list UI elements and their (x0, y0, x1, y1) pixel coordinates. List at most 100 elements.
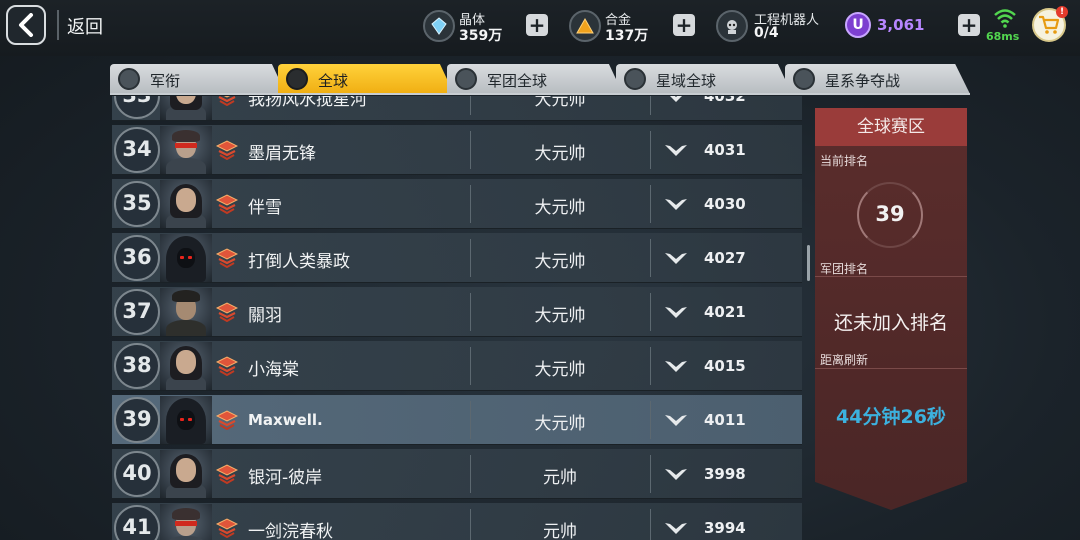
player-avatar[interactable] (160, 396, 212, 444)
player-name[interactable]: 關羽 (248, 301, 282, 326)
global-zone-panel: 全球赛区 当前排名 39 军团排名 还未加入排名 距离刷新 44分钟26秒 (815, 98, 967, 510)
power-score: 4011 (704, 411, 746, 429)
list-scrollbar[interactable] (807, 245, 810, 281)
player-avatar[interactable] (160, 450, 212, 498)
wings-icon (665, 523, 687, 534)
rank-badge-icon (118, 68, 140, 90)
power-score: 4031 (704, 141, 746, 159)
player-name[interactable]: 小海棠 (248, 355, 299, 380)
player-name[interactable]: 银河-彼岸 (248, 463, 322, 488)
ranking-row[interactable]: 36 打倒人类暴政 大元帅 4027 (112, 233, 802, 283)
tab-sector-global[interactable]: 星域全球 (616, 64, 792, 94)
power-score: 4032 (704, 96, 746, 105)
tab-global[interactable]: 全球 (278, 64, 454, 94)
tab-galaxy-war[interactable]: 星系争夺战 (785, 64, 970, 94)
refresh-label: 距离刷新 (820, 353, 869, 367)
player-name[interactable]: Maxwell. (248, 411, 323, 429)
add-premium-button[interactable]: + (958, 14, 980, 36)
sector-icon (624, 68, 646, 90)
ranking-list[interactable]: 33我扬风水搅星河大元帅403234墨眉无锋大元帅403135伴雪大元帅4030… (112, 96, 802, 540)
rank-number: 38 (122, 353, 152, 377)
rank-number: 40 (122, 461, 152, 485)
power-score: 4021 (704, 303, 746, 321)
wings-icon (665, 307, 687, 318)
refresh-countdown: 44分钟26秒 (836, 406, 946, 428)
military-title: 大元帅 (534, 252, 586, 272)
premium-currency-amount: 3,061 (877, 16, 925, 34)
ranking-row[interactable]: 33 我扬风水搅星河 大元帅 4032 (112, 96, 802, 121)
tab-rank[interactable]: 军衔 (110, 64, 286, 94)
player-avatar[interactable] (160, 288, 212, 336)
guild-rank-value: 还未加入排名 (833, 312, 948, 334)
rank-number: 41 (122, 515, 152, 539)
military-title: 大元帅 (534, 144, 586, 164)
player-name[interactable]: 墨眉无锋 (248, 139, 316, 164)
wings-icon (665, 469, 687, 480)
resource-crystal: 晶体 359万 (423, 6, 533, 46)
back-label[interactable]: 返回 (67, 13, 103, 39)
ranking-row[interactable]: 40 银河-彼岸 元帅 3998 (112, 449, 802, 499)
wings-icon (665, 253, 687, 264)
alloy-icon (569, 10, 601, 42)
column-divider (650, 293, 651, 331)
column-divider (650, 455, 651, 493)
column-divider (650, 131, 651, 169)
back-divider (57, 10, 59, 40)
add-alloy-button[interactable]: + (673, 14, 695, 36)
tab-label: 星系争夺战 (825, 72, 901, 90)
wings-icon (665, 145, 687, 156)
robot-count: 0/4 (754, 25, 779, 41)
alloy-amount: 137万 (605, 28, 649, 44)
player-name[interactable]: 我扬风水搅星河 (248, 96, 367, 110)
trophy-icon (793, 68, 815, 90)
current-rank-label: 当前排名 (820, 154, 869, 168)
military-rank-icon (216, 247, 238, 269)
military-rank-icon (216, 517, 238, 539)
add-crystal-button[interactable]: + (526, 14, 548, 36)
column-divider (650, 347, 651, 385)
rank-number: 35 (122, 191, 152, 215)
crystal-amount: 359万 (459, 28, 503, 44)
military-title: 大元帅 (534, 198, 586, 218)
player-avatar[interactable] (160, 234, 212, 282)
player-avatar[interactable] (160, 342, 212, 390)
player-avatar[interactable] (160, 96, 212, 120)
cart-notification-badge: ! (1056, 6, 1068, 18)
panel-divider (815, 368, 967, 369)
ranking-row-self[interactable]: 39 Maxwell. 大元帅 4011 (112, 395, 802, 445)
player-name[interactable]: 打倒人类暴政 (248, 247, 350, 272)
ranking-row[interactable]: 35 伴雪 大元帅 4030 (112, 179, 802, 229)
military-rank-icon (216, 139, 238, 161)
player-avatar[interactable] (160, 180, 212, 228)
robot-icon (716, 10, 748, 42)
ranking-row[interactable]: 38 小海棠 大元帅 4015 (112, 341, 802, 391)
cart-icon (1039, 15, 1060, 34)
tab-label: 全球 (318, 72, 349, 90)
military-title: 大元帅 (534, 96, 586, 110)
player-name[interactable]: 伴雪 (248, 193, 282, 218)
military-title: 大元帅 (534, 414, 586, 434)
column-divider (650, 239, 651, 277)
player-name[interactable]: 一剑浣春秋 (248, 517, 333, 540)
ranking-row[interactable]: 41 一剑浣春秋 元帅 3994 (112, 503, 802, 540)
military-rank-icon (216, 301, 238, 323)
power-score: 3994 (704, 519, 746, 537)
chevron-left-icon (19, 13, 33, 37)
player-avatar[interactable] (160, 504, 212, 540)
column-divider (650, 96, 651, 115)
tab-legion-global[interactable]: 军团全球 (447, 64, 623, 94)
rank-number: 34 (122, 137, 152, 161)
back-button[interactable] (6, 5, 46, 45)
guild-rank-label: 军团排名 (820, 262, 869, 276)
military-title: 大元帅 (534, 306, 586, 326)
ranking-row[interactable]: 37 關羽 大元帅 4021 (112, 287, 802, 337)
military-rank-icon (216, 193, 238, 215)
tab-label: 军衔 (150, 72, 181, 90)
player-avatar[interactable] (160, 126, 212, 174)
globe-icon (286, 68, 308, 90)
resource-robot[interactable]: 工程机器人 0/4 (716, 6, 836, 46)
column-divider (650, 401, 651, 439)
ranking-row[interactable]: 34 墨眉无锋 大元帅 4031 (112, 125, 802, 175)
power-score: 4030 (704, 195, 746, 213)
rank-number: 36 (122, 245, 152, 269)
